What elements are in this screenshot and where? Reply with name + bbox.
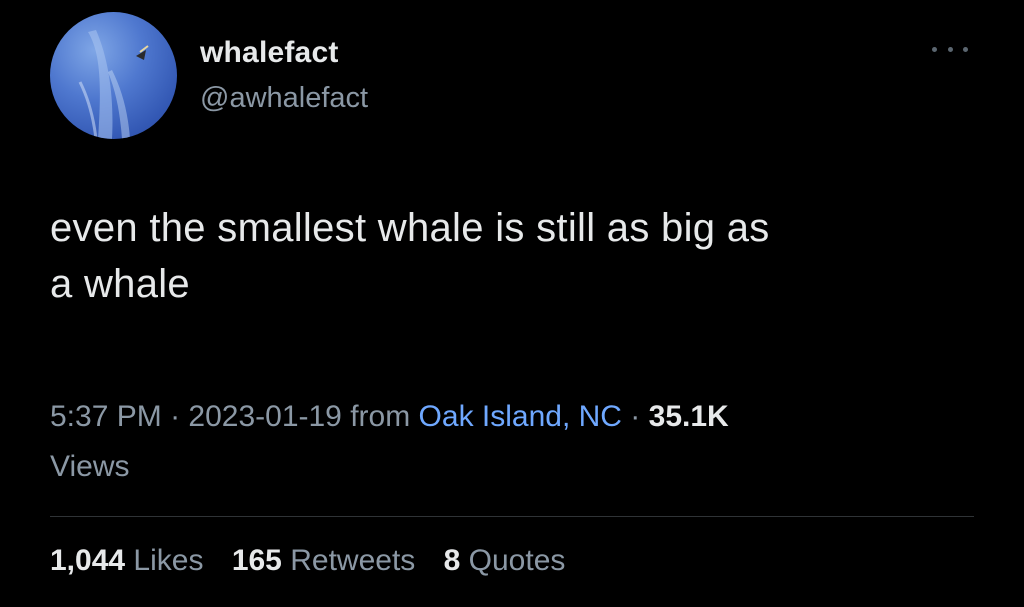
views-label: Views xyxy=(50,450,130,483)
tweet-location-link[interactable]: Oak Island, NC xyxy=(419,400,622,433)
whale-photo-icon xyxy=(78,30,149,139)
tweet-meta: 5:37 PM · 2023-01-19 from Oak Island, NC… xyxy=(50,392,950,492)
retweets-stat[interactable]: 165 Retweets xyxy=(232,544,415,577)
quotes-count: 8 xyxy=(443,544,461,577)
tweet-text: even the smallest whale is still as big … xyxy=(50,200,980,312)
tweet-text-line: a whale xyxy=(50,262,190,306)
tweet-date[interactable]: 2023-01-19 xyxy=(188,400,341,433)
meta-separator: · xyxy=(161,400,189,433)
engagement-stats: 1,044 Likes 165 Retweets 8 Quotes xyxy=(50,544,585,578)
display-name[interactable]: whalefact xyxy=(200,36,339,70)
tweet-card: whalefact @awhalefact even the smallest … xyxy=(0,0,1024,607)
avatar[interactable] xyxy=(50,12,177,139)
quotes-stat[interactable]: 8 Quotes xyxy=(444,544,566,577)
likes-stat[interactable]: 1,044 Likes xyxy=(50,544,203,577)
more-dot xyxy=(947,46,953,52)
more-dot xyxy=(932,46,937,52)
quotes-label: Quotes xyxy=(468,544,566,577)
tweet-time[interactable]: 5:37 PM xyxy=(50,400,162,433)
likes-count: 1,044 xyxy=(50,544,126,577)
tweet-text-line: even the smallest whale is still as big … xyxy=(50,206,770,250)
meta-from: from xyxy=(341,400,419,433)
user-handle[interactable]: @awhalefact xyxy=(200,82,368,115)
more-horizontal-icon[interactable] xyxy=(932,42,968,56)
views-count: 35.1K xyxy=(648,400,729,433)
retweets-count: 165 xyxy=(231,544,282,577)
likes-label: Likes xyxy=(133,544,204,577)
more-dot xyxy=(963,46,968,52)
divider xyxy=(50,516,974,517)
meta-separator: · xyxy=(621,400,649,433)
retweets-label: Retweets xyxy=(290,544,416,577)
